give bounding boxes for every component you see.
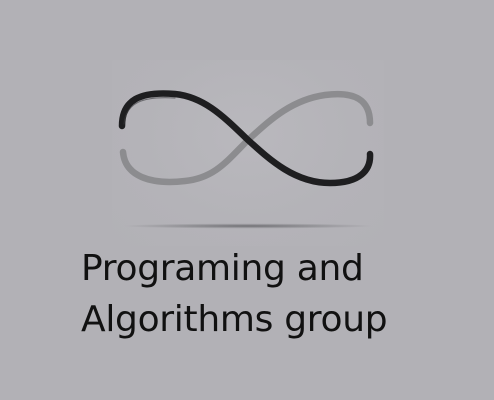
infinity-ribbon-icon [118, 90, 374, 229]
group-name-caption: Programing and Algorithms group [81, 243, 481, 345]
logo-shadow [123, 223, 373, 229]
caption-line-2: Algorithms group [81, 299, 388, 340]
dark-ribbon-band [118, 90, 374, 187]
caption-line-1: Programing and [81, 248, 364, 289]
